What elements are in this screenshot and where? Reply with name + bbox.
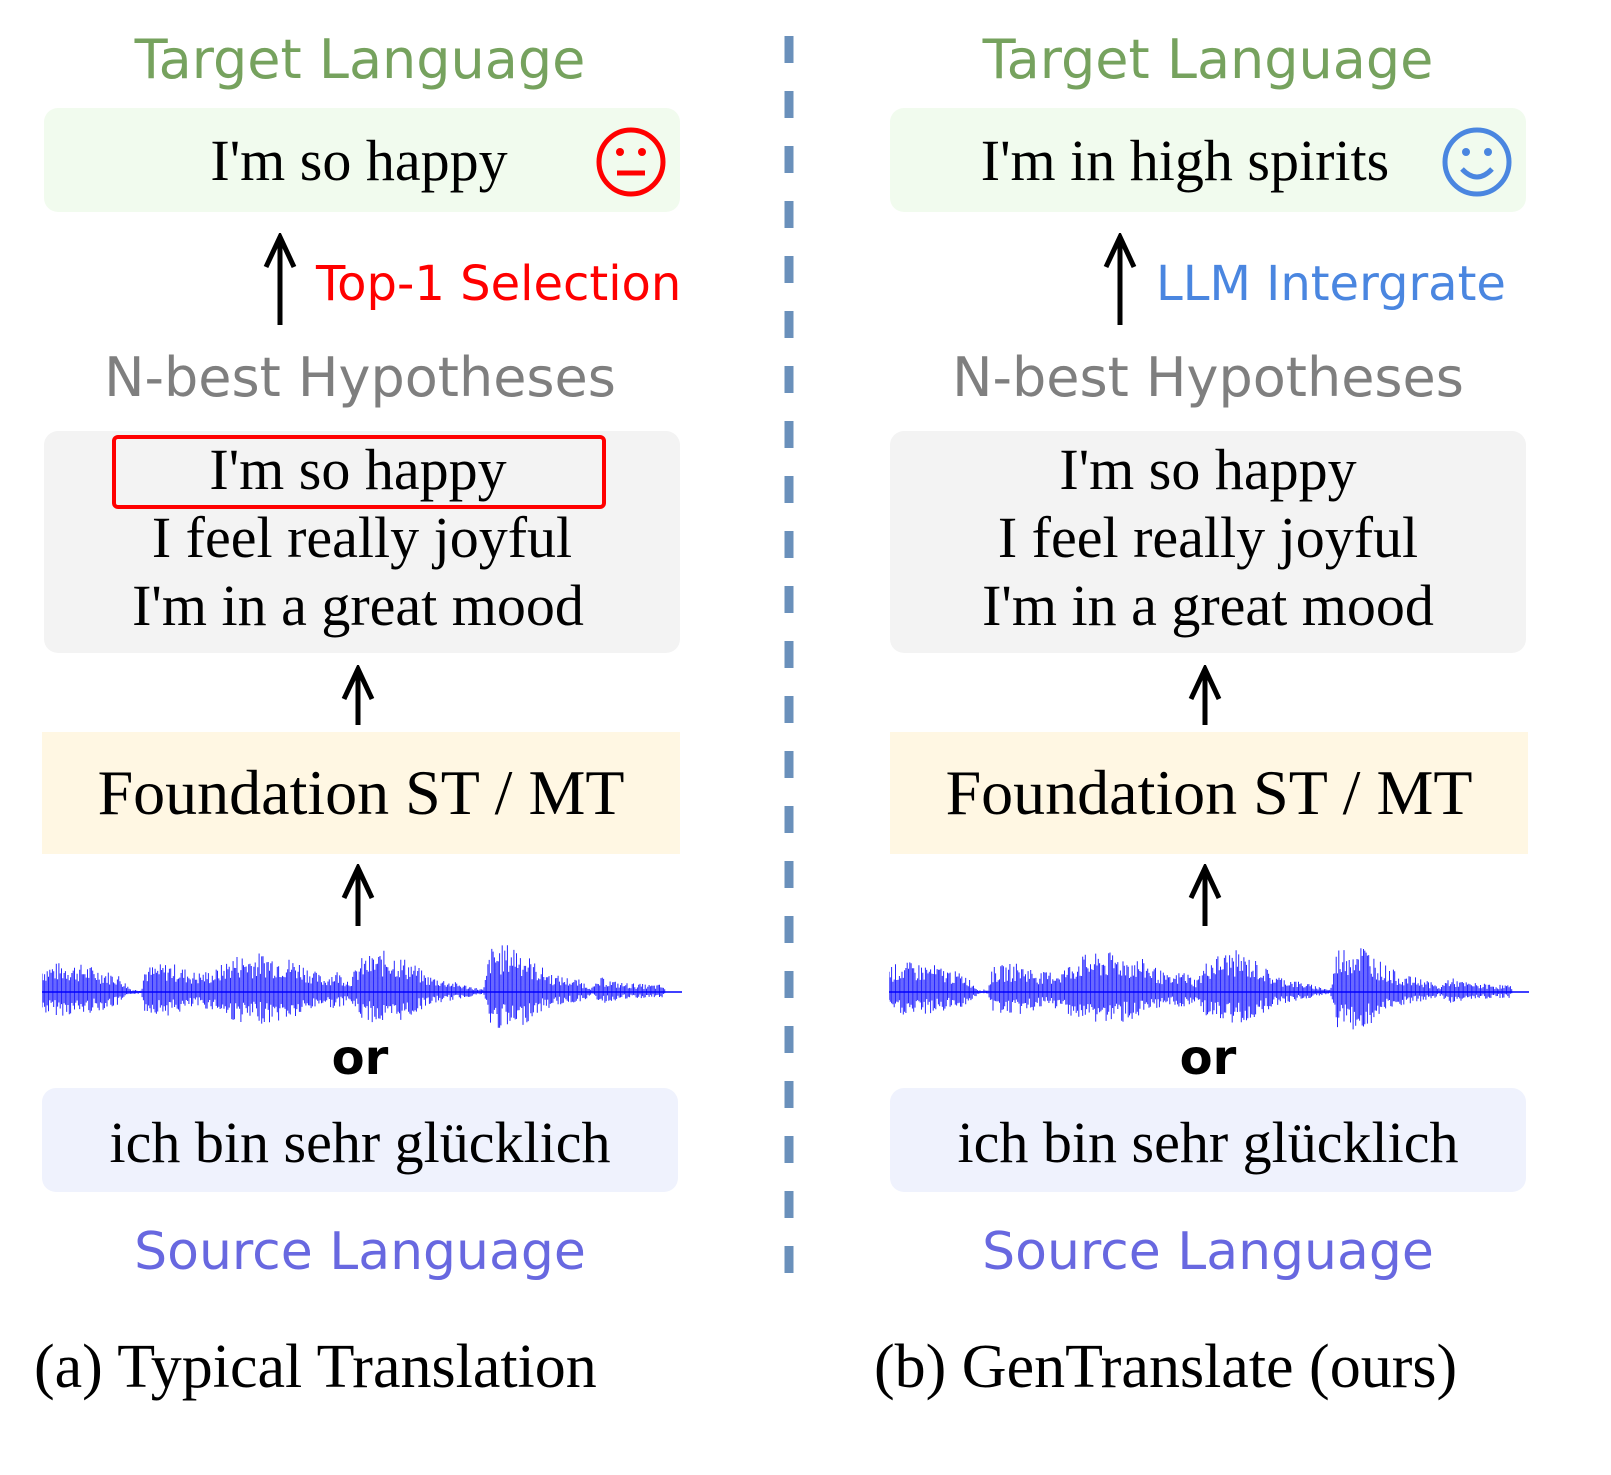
foundation-model-box: Foundation ST / MT [42,732,680,854]
source-text-box: ich bin sehr glücklich [890,1088,1526,1192]
smiling-face-icon [1442,127,1512,197]
target-language-label: Target Language [982,28,1434,91]
neutral-face-icon [596,127,666,197]
audio-waveform [889,948,1529,1030]
hypothesis-item: I feel really joyful [997,505,1419,570]
nbest-hypotheses-label: N-best Hypotheses [952,346,1464,409]
source-text: ich bin sehr glücklich [957,1110,1459,1175]
foundation-model-label: Foundation ST / MT [97,757,625,828]
or-label: or [331,1030,389,1086]
llm-integrate-label: LLM Intergrate [1156,256,1506,312]
foundation-model-label: Foundation ST / MT [945,757,1473,828]
arrow-up-icon [341,665,375,725]
hypothesis-item: I feel really joyful [151,505,573,570]
audio-waveform [42,945,682,1028]
waveform-signal [42,945,666,1028]
panel-caption: (b) GenTranslate (ours) [874,1333,1458,1401]
arrow-up-icon [1103,233,1137,325]
arrow-up-icon [263,233,297,325]
arrow-up-icon [1188,864,1222,926]
nbest-box: I'm so happy I feel really joyful I'm in… [890,431,1526,653]
output-box: I'm in high spirits [890,108,1526,212]
hypothesis-item: I'm in a great mood [132,573,584,638]
waveform-signal [889,948,1513,1030]
panel-caption: (a) Typical Translation [34,1333,597,1401]
output-box: I'm so happy [44,108,680,212]
arrow-up-icon [1188,665,1222,725]
top1-selection-label: Top-1 Selection [316,256,682,312]
nbest-box: I'm so happy I feel really joyful I'm in… [44,431,680,653]
arrow-up-icon [341,864,375,926]
panel-divider [784,36,794,1290]
hypothesis-item: I'm in a great mood [982,573,1434,638]
source-text: ich bin sehr glücklich [109,1110,611,1175]
foundation-model-box: Foundation ST / MT [890,732,1528,854]
output-text: I'm so happy [210,128,508,193]
target-language-label: Target Language [134,28,586,91]
or-label: or [1179,1030,1237,1086]
source-text-box: ich bin sehr glücklich [42,1088,678,1192]
source-language-label: Source Language [982,1222,1434,1282]
hypothesis-item: I'm so happy [1059,437,1357,502]
output-text: I'm in high spirits [980,128,1390,193]
hypothesis-item: I'm so happy [209,437,507,502]
source-language-label: Source Language [134,1222,586,1282]
nbest-hypotheses-label: N-best Hypotheses [104,346,616,409]
